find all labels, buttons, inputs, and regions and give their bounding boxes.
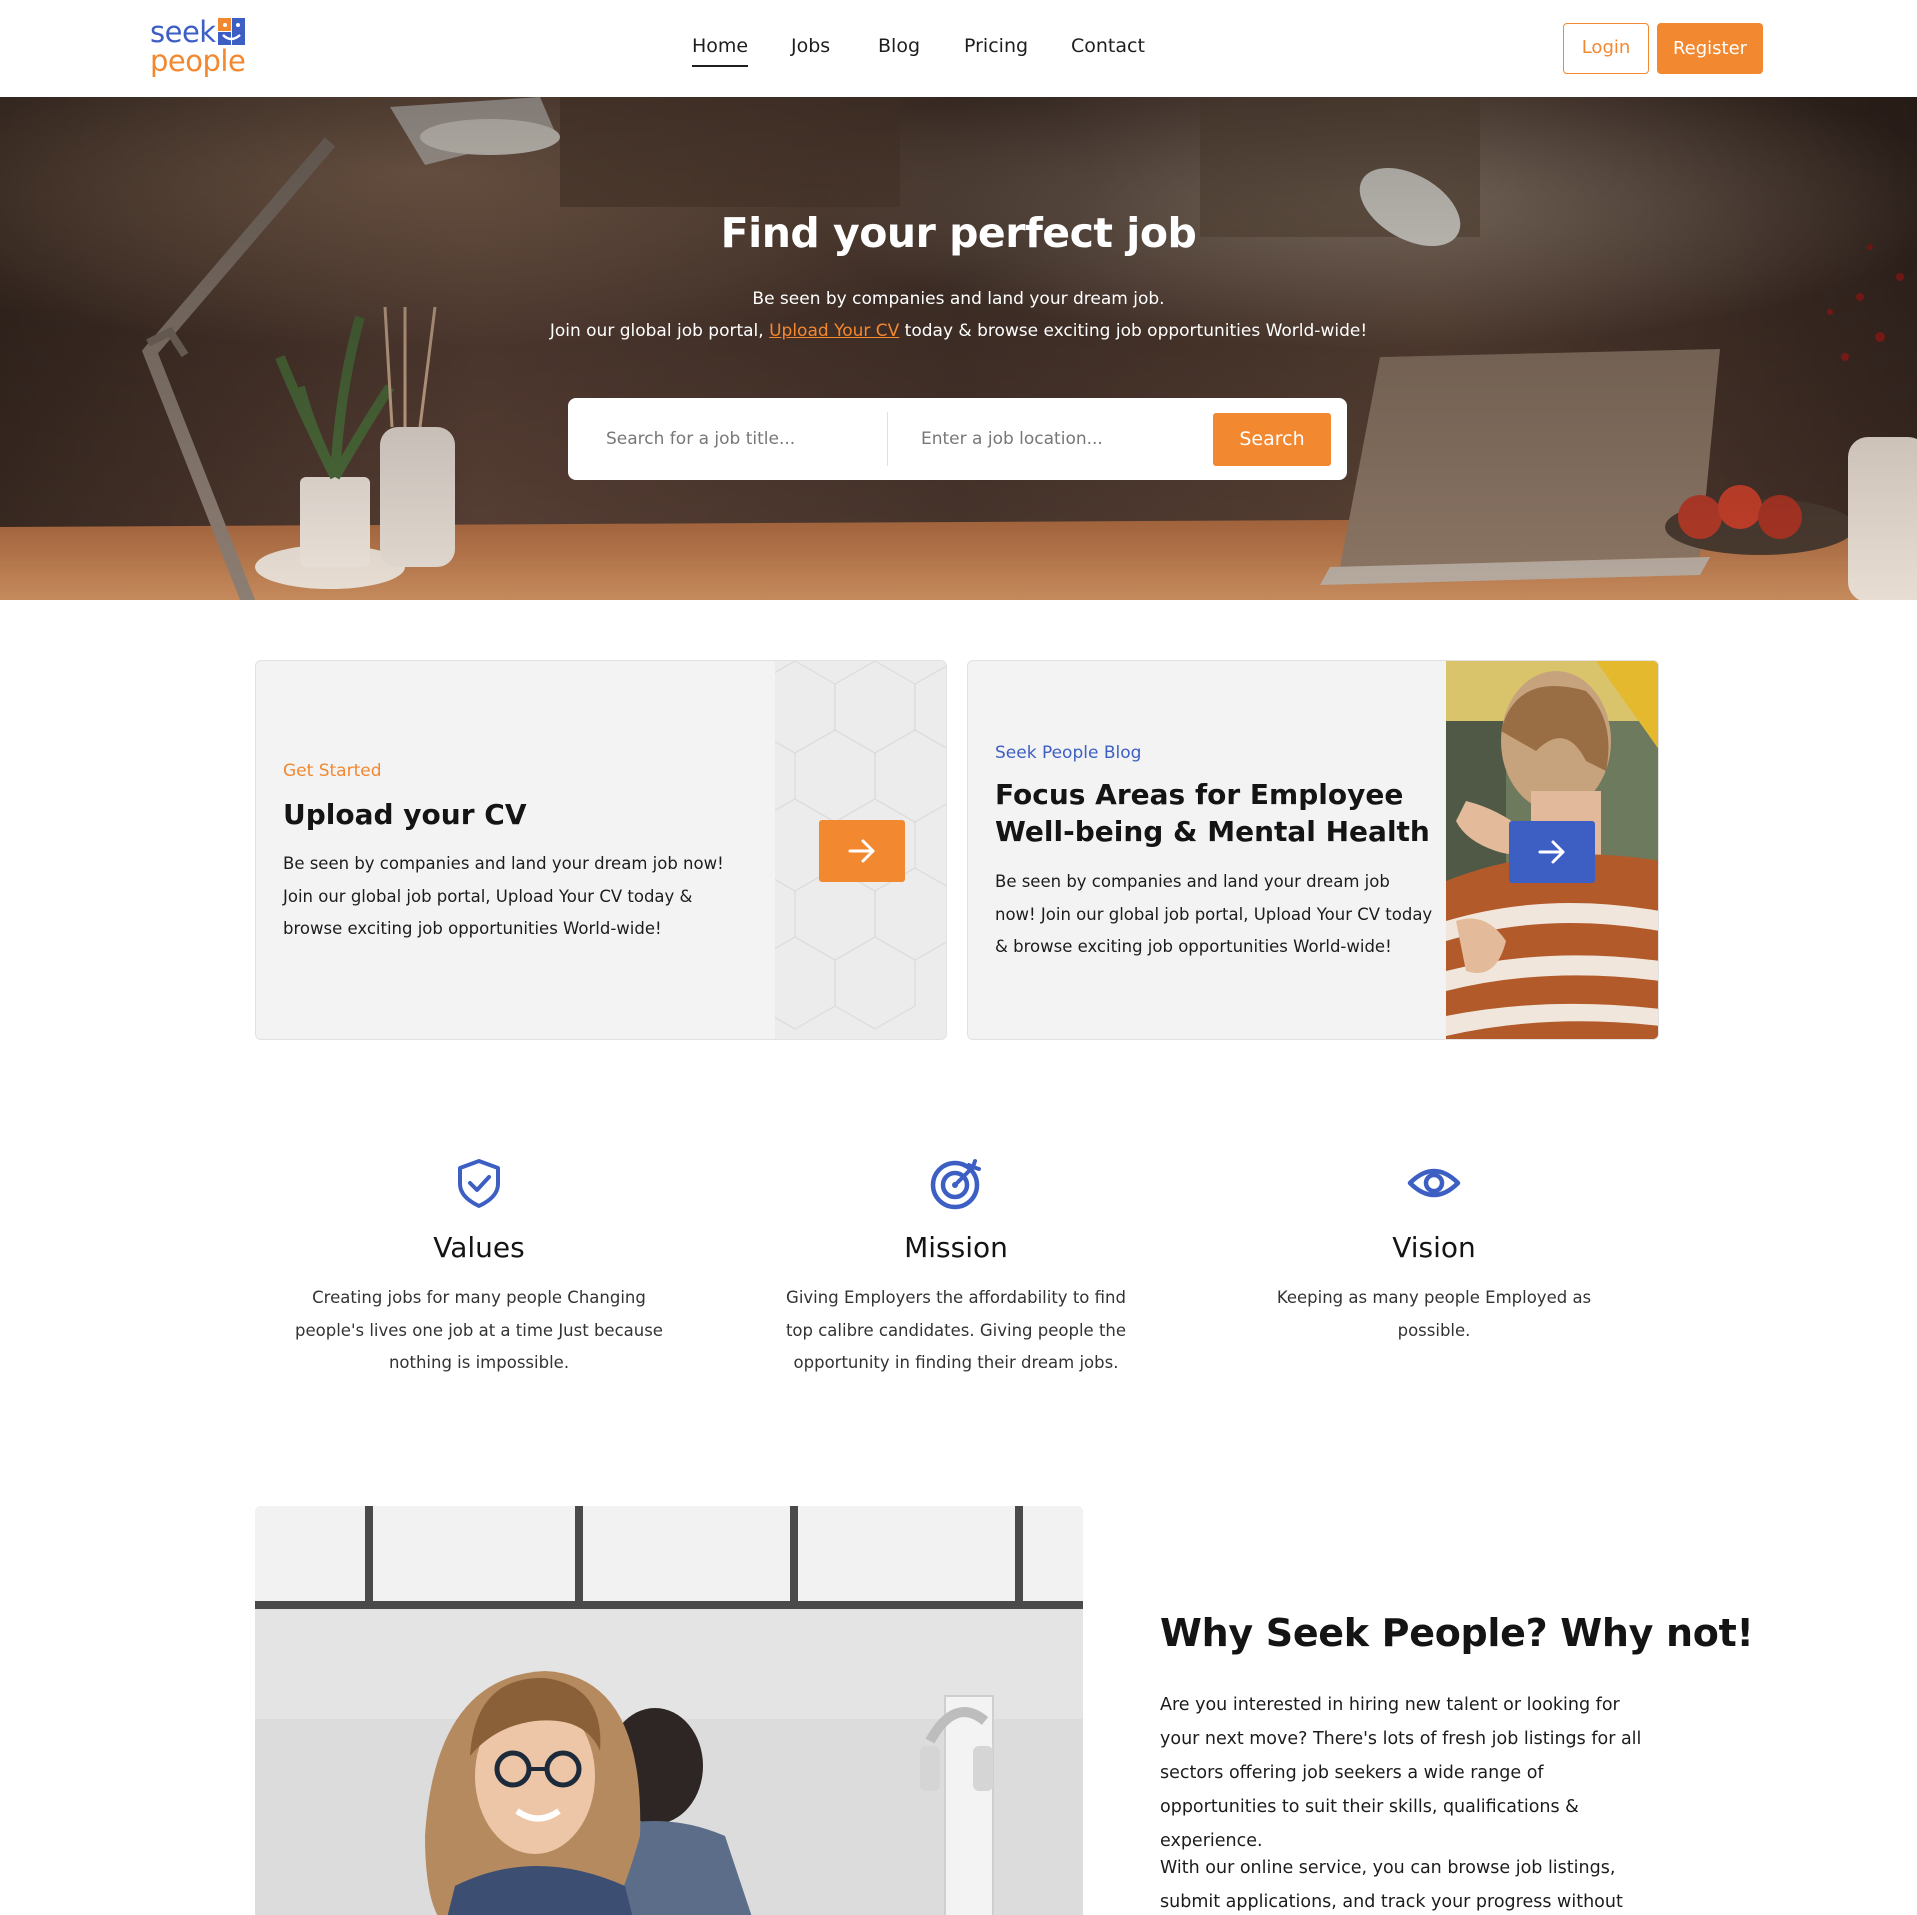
values-feature: Values Creating jobs for many people Cha…: [294, 1155, 664, 1380]
nav-contact[interactable]: Contact: [1071, 34, 1145, 58]
job-search-form: Search: [568, 398, 1347, 480]
job-title-input[interactable]: [606, 416, 876, 462]
login-button[interactable]: Login: [1563, 23, 1649, 74]
smiling-woman-office-image: [255, 1506, 1083, 1915]
nav-jobs[interactable]: Jobs: [791, 34, 830, 58]
search-button[interactable]: Search: [1213, 413, 1331, 466]
hero-subtitle: Be seen by companies and land your dream…: [752, 289, 1165, 309]
shield-check-icon: [451, 1155, 507, 1211]
why-section-title: Why Seek People? Why not!: [1160, 1611, 1754, 1655]
why-section-photo: [255, 1506, 1083, 1915]
upload-cv-link[interactable]: Upload Your CV: [769, 321, 899, 341]
feature-title: Mission: [904, 1231, 1008, 1264]
feature-text: Keeping as many people Employed as possi…: [1276, 1288, 1592, 1340]
card-title: Upload your CV: [283, 798, 527, 831]
card-body: Be seen by companies and land your dream…: [283, 854, 724, 938]
card-body: Be seen by companies and land your dream…: [995, 872, 1433, 956]
upload-cv-card: Get Started Upload your CV Be seen by co…: [255, 660, 947, 1040]
search-divider: [887, 412, 888, 466]
hero-title: Find your perfect job: [720, 209, 1197, 257]
hero-description-start: Join our global job portal,: [549, 321, 770, 341]
card-eyebrow: Seek People Blog: [995, 743, 1142, 763]
hero-description-end: today & browse exciting job opportunitie…: [899, 321, 1368, 341]
job-location-input[interactable]: [921, 416, 1191, 462]
arrow-right-icon: [848, 839, 875, 863]
site-header: seek people Home Jobs Blog Pricing Conta…: [0, 0, 1917, 97]
register-button[interactable]: Register: [1657, 23, 1763, 74]
feature-title: Vision: [1392, 1231, 1476, 1264]
nav-home[interactable]: Home: [692, 34, 749, 67]
blog-card: Seek People Blog Focus Areas for Employe…: [967, 660, 1659, 1040]
vision-feature: Vision Keeping as many people Employed a…: [1249, 1155, 1619, 1347]
why-section-paragraph-2: With our online service, you can browse …: [1160, 1858, 1623, 1912]
nav-pricing[interactable]: Pricing: [964, 34, 1028, 58]
nav-blog[interactable]: Blog: [878, 34, 920, 58]
target-icon: [928, 1155, 984, 1211]
blog-card-arrow-button[interactable]: [1509, 821, 1595, 883]
upload-cv-arrow-button[interactable]: [819, 820, 905, 882]
feature-text: Giving Employers the affordability to fi…: [785, 1288, 1127, 1372]
why-section-paragraph-1: Are you interested in hiring new talent …: [1160, 1695, 1642, 1851]
feature-title: Values: [433, 1231, 525, 1264]
card-eyebrow: Get Started: [283, 761, 382, 781]
card-title: Focus Areas for Employee Well-being & Me…: [995, 778, 1430, 848]
hero-banner: Find your perfect job Be seen by compani…: [0, 97, 1917, 600]
hero-description: Join our global job portal, Upload Your …: [0, 321, 1917, 341]
feature-text: Creating jobs for many people Changing p…: [295, 1288, 663, 1372]
mission-feature: Mission Giving Employers the affordabili…: [771, 1155, 1141, 1380]
eye-icon: [1406, 1155, 1462, 1211]
arrow-right-icon: [1538, 840, 1565, 864]
hero-background-image: [0, 97, 1917, 600]
